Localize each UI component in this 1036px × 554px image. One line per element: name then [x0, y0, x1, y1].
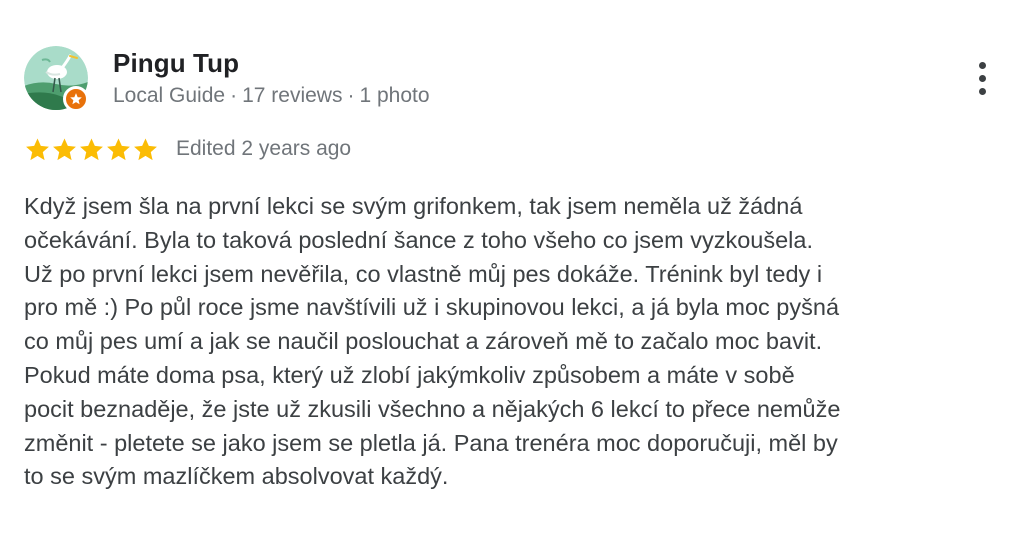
- star-icon: [134, 137, 157, 160]
- review-text-line: očekávání. Byla to taková poslední šance…: [24, 226, 813, 253]
- more-vert-icon: [978, 61, 986, 69]
- star-rating: [24, 136, 159, 162]
- review-text-line: Když jsem šla na první lekci se svým gri…: [24, 193, 803, 219]
- star-icon: [80, 137, 103, 160]
- more-options-button[interactable]: [964, 55, 1000, 101]
- local-guide-label: Local Guide: [113, 84, 226, 107]
- reviewer-name[interactable]: Pingu Tup: [113, 48, 239, 79]
- more-vert-icon: [978, 74, 986, 82]
- more-vert-icon: [978, 87, 986, 95]
- meta-separator: ·: [230, 84, 238, 107]
- local-guide-star-icon: [63, 86, 89, 112]
- review-text-line: pocit beznaděje, že jste už zkusili všec…: [24, 395, 841, 422]
- photo-count: 1 photo: [359, 84, 430, 107]
- review-text-line: změnit - pletete se jako jsem se pletla …: [24, 429, 838, 456]
- review-text-line: pro mě :) Po půl roce jsme navštívili už…: [24, 294, 840, 321]
- review-text-line: Už po první lekci jsem nevěřila, co vlas…: [24, 260, 823, 287]
- reviewer-avatar[interactable]: [24, 46, 89, 112]
- reviewer-meta: Local Guide · 17 reviews · 1 photo: [113, 84, 430, 108]
- meta-separator: ·: [347, 84, 355, 107]
- review-count: 17 reviews: [242, 84, 343, 107]
- review-text-line: to se svým mazlíčkem absolvovat každý.: [24, 463, 449, 490]
- review-text: Když jsem šla na první lekci se svým gri…: [24, 190, 1014, 494]
- star-icon: [107, 137, 130, 160]
- review-text-line: co můj pes umí a jak se naučil posloucha…: [24, 328, 823, 355]
- review-text-line: Pokud máte doma psa, který už zlobí jaký…: [24, 361, 795, 388]
- star-icon: [26, 137, 49, 160]
- edited-timestamp: Edited 2 years ago: [176, 137, 352, 160]
- star-icon: [53, 137, 76, 160]
- review-card: Pingu Tup Local Guide · 17 reviews · 1 photo…: [0, 0, 1036, 554]
